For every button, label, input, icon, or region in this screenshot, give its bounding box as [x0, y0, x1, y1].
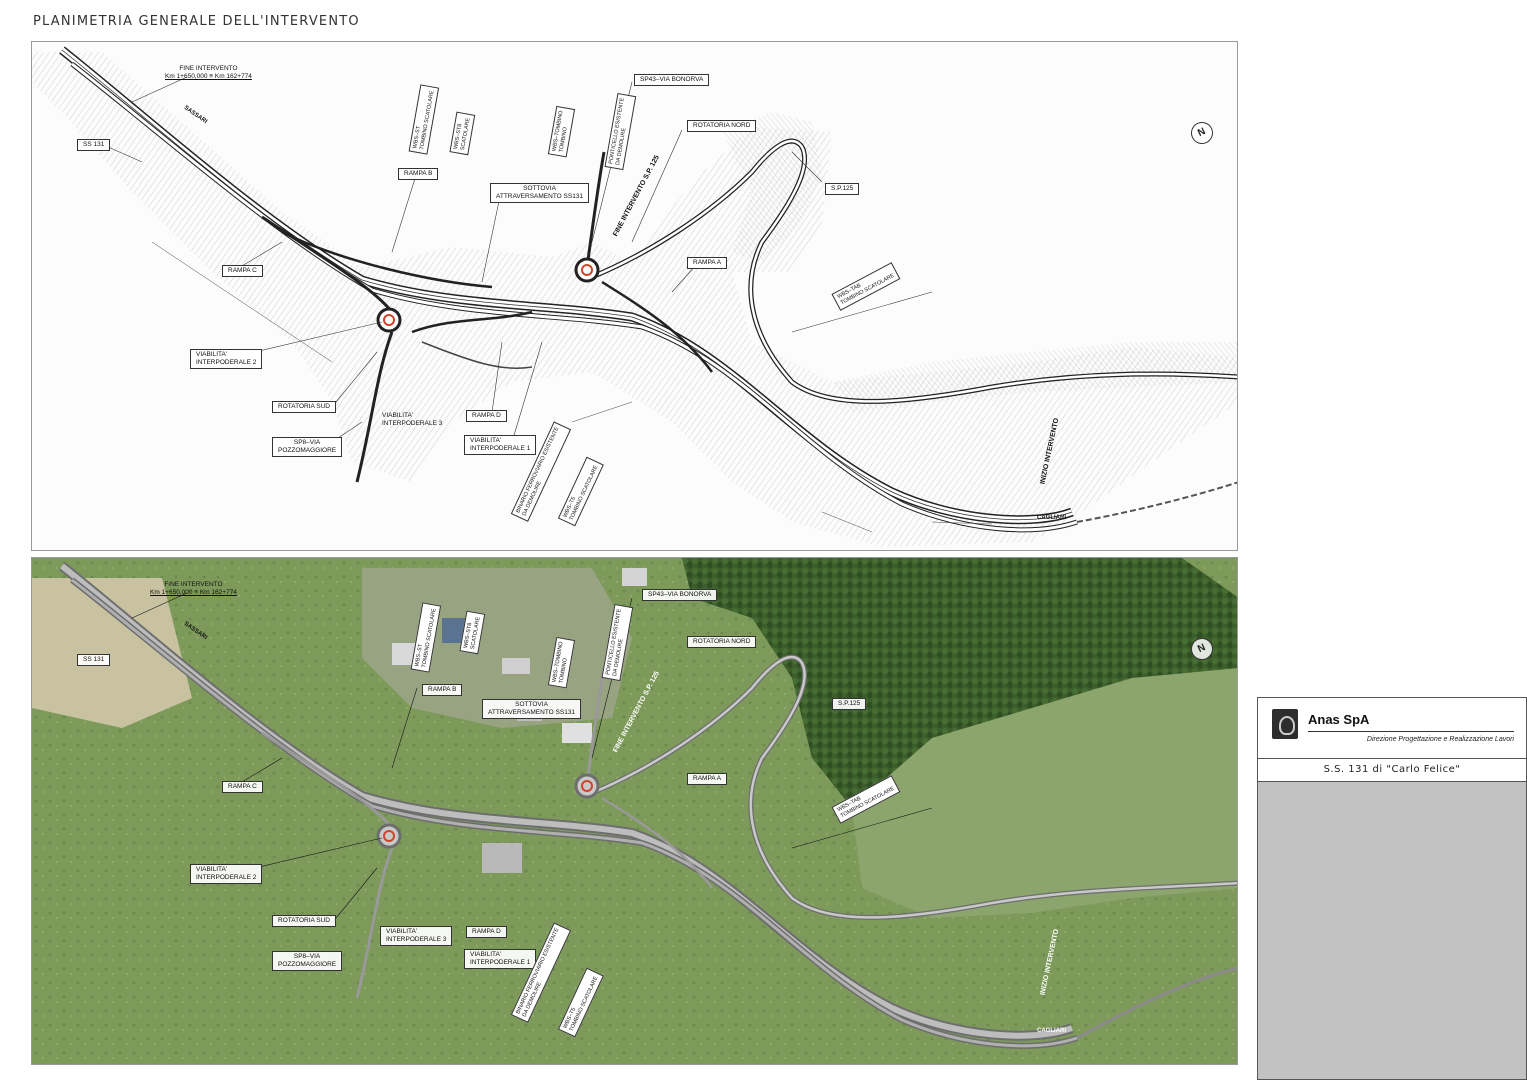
- photo-rampa-c-label: RAMPA C: [222, 781, 263, 794]
- photo-fine-intervento-label: FINE INTERVENTO Km 1+650,000 ≡ Km 162+77…: [150, 581, 237, 597]
- photo-rampa-d-label: RAMPA D: [466, 926, 507, 939]
- fine-intervento-label: FINE INTERVENTO Km 1+650,000 ≡ Km 162+77…: [165, 65, 252, 81]
- photo-sp125-label: S.P.125: [832, 698, 867, 711]
- plan-drawing-panel[interactable]: FINE INTERVENTO Km 1+650,000 ≡ Km 162+77…: [31, 41, 1238, 551]
- photo-cagliari-label: CAGLIARI: [1037, 1028, 1066, 1034]
- sheet-title: PLANIMETRIA GENERALE DELL'INTERVENTO: [33, 14, 360, 29]
- sp125-label: S.P.125: [825, 183, 860, 196]
- department-name: Direzione Progettazione e Realizzazione …: [1366, 736, 1514, 743]
- rotatoria-nord-label: ROTATORIA NORD: [687, 120, 757, 133]
- photo-rampa-a-label: RAMPA A: [687, 773, 728, 786]
- viabilita-2-label: VIABILITA' INTERPODERALE 2: [190, 349, 263, 370]
- aerial-photo-svg: [32, 558, 1237, 1064]
- terrain-hatch-west: [32, 52, 1237, 547]
- cagliari-direction-label: CAGLIARI: [1037, 515, 1066, 521]
- rampa-d-label: RAMPA D: [466, 410, 507, 423]
- photo-sp43-label: SP43–VIA BONORVA: [642, 589, 718, 602]
- road-name: S.S. 131 di "Carlo Felice": [1258, 759, 1526, 782]
- photo-rotatoria-sud: [376, 823, 402, 849]
- photo-rotatoria-sud-label: ROTATORIA SUD: [272, 915, 337, 928]
- photo-rotatoria-nord-label: ROTATORIA NORD: [687, 636, 757, 649]
- company-name: Anas SpA: [1308, 712, 1370, 727]
- title-block: Anas SpA Direzione Progettazione e Reali…: [1257, 697, 1527, 1080]
- photo-sp8-label: SP8–VIA POZZOMAGGIORE: [272, 951, 343, 972]
- sottovia-label: SOTTOVIA ATTRAVERSAMENTO SS131: [490, 183, 590, 204]
- photo-viabilita-1-label: VIABILITA' INTERPODERALE 1: [464, 949, 537, 970]
- rotatoria-sud-label: ROTATORIA SUD: [272, 401, 337, 414]
- photo-rampa-b-label: RAMPA B: [422, 684, 463, 697]
- plan-drawing-svg: [32, 46, 1237, 547]
- aerial-photo-panel[interactable]: FINE INTERVENTO Km 1+650,000 ≡ Km 162+77…: [31, 557, 1238, 1065]
- rotatoria-sud-circle: [376, 307, 402, 333]
- photo-viabilita-2-label: VIABILITA' INTERPODERALE 2: [190, 864, 263, 885]
- viabilita-3-label: VIABILITA' INTERPODERALE 3: [382, 412, 443, 428]
- rampa-c-label: RAMPA C: [222, 265, 263, 278]
- title-block-empty-field: [1258, 782, 1526, 1079]
- rampa-b-label: RAMPA B: [398, 168, 439, 181]
- sp8-label: SP8–VIA POZZOMAGGIORE: [272, 437, 343, 458]
- sp43-label: SP43–VIA BONORVA: [634, 74, 710, 87]
- rotatoria-nord-circle: [574, 257, 600, 283]
- title-block-header: Anas SpA Direzione Progettazione e Reali…: [1258, 698, 1526, 759]
- title-block-rule: [1308, 731, 1514, 732]
- photo-ss131-label: SS 131: [77, 654, 111, 667]
- rampa-a-label: RAMPA A: [687, 257, 728, 270]
- anas-logo-icon: [1272, 709, 1298, 739]
- viabilita-1-label: VIABILITA' INTERPODERALE 1: [464, 435, 537, 456]
- photo-sottovia-label: SOTTOVIA ATTRAVERSAMENTO SS131: [482, 699, 582, 720]
- photo-rotatoria-nord: [574, 773, 600, 799]
- photo-viabilita-3-label: VIABILITA' INTERPODERALE 3: [380, 926, 453, 947]
- ss131-label: SS 131: [77, 139, 111, 152]
